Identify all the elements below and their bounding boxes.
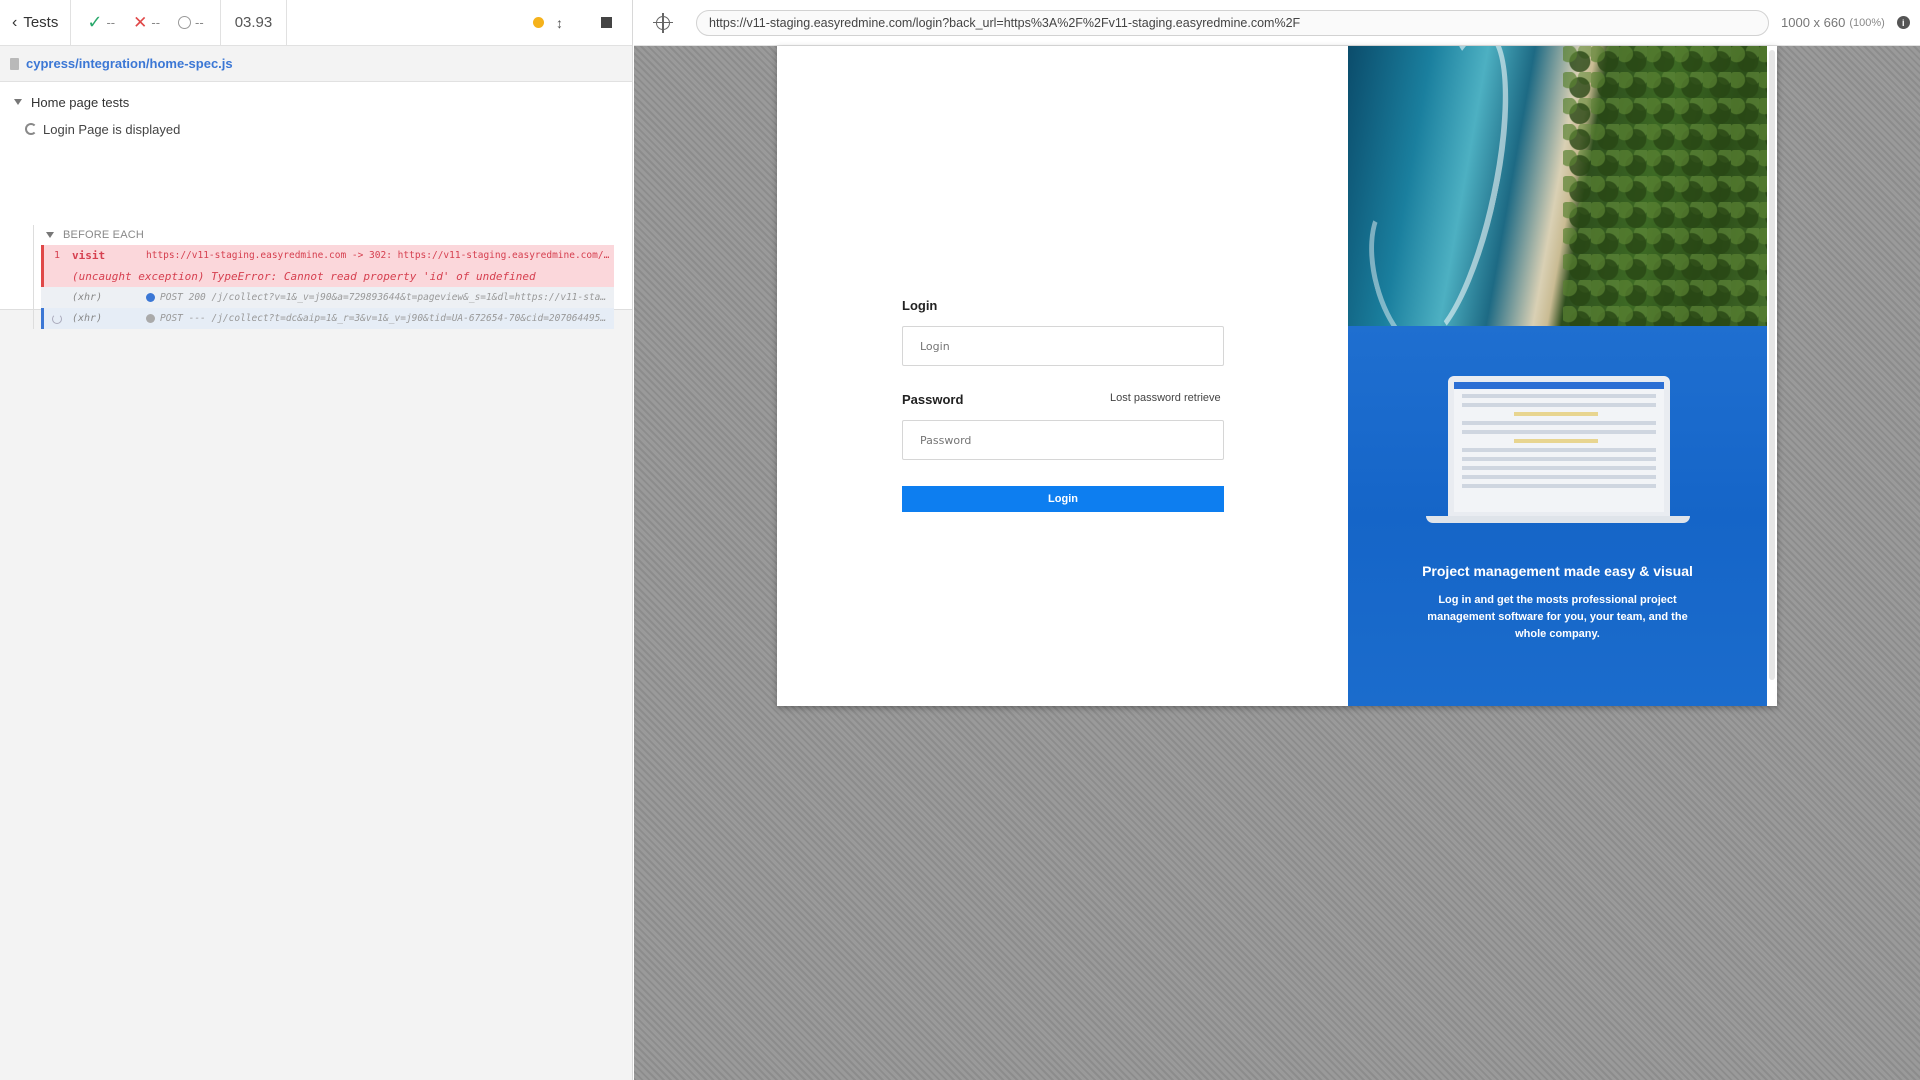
promo-title: Project management made easy & visual [1422,563,1693,579]
cypress-runner: ‹ Tests ✓ -- ✕ -- -- 03.93 ↕ cypress/int… [0,0,1920,1080]
circle-icon [178,16,192,29]
refresh-icon [25,123,37,135]
url-bar: https://v11-staging.easyredmine.com/logi… [634,0,1920,46]
info-icon[interactable]: i [1896,16,1910,29]
promo-blue-panel: Project management made easy & visual Lo… [1348,326,1767,706]
laptop-base [1426,516,1690,523]
laptop-screen [1448,376,1670,518]
back-label: Tests [23,14,59,31]
selector-playground-icon[interactable] [653,12,673,33]
failed-count: -- [151,15,161,30]
palm-trees [1563,46,1767,326]
promo-text: Log in and get the mosts professional pr… [1427,594,1688,640]
passed-stat: ✓ -- [87,12,115,33]
scrollbar[interactable] [1767,46,1777,706]
laptop-illustration [1426,376,1690,526]
spec-file-link[interactable]: cypress/integration/home-spec.js [26,56,233,71]
scrollbar-thumb[interactable] [1769,50,1775,680]
file-icon [10,57,19,70]
reporter-panel: ‹ Tests ✓ -- ✕ -- -- 03.93 ↕ cypress/int… [0,0,633,1080]
back-to-tests-button[interactable]: ‹ Tests [0,0,72,46]
command-xhr[interactable]: (xhr) POST 200 /j/collect?v=1&_v=j90&a=7… [41,287,614,308]
url-field[interactable]: https://v11-staging.easyredmine.com/logi… [696,9,1769,36]
duration: 03.93 [221,0,288,46]
login-input[interactable] [902,326,1224,366]
hook-title: BEFORE EACH [63,229,145,241]
beach-aerial-image [1348,46,1767,326]
test-title-row[interactable]: Login Page is displayed [0,117,632,141]
running-indicator-icon [533,17,544,28]
zoom-level: (100%) [1849,16,1885,29]
app-preview: https://v11-staging.easyredmine.com/logi… [634,0,1920,1080]
spec-bar: cypress/integration/home-spec.js [0,46,632,82]
promo-panel: Project management made easy & visual Lo… [1348,46,1767,706]
hook-before-each: BEFORE EACH 1 visit https://v11-staging.… [33,225,614,329]
check-icon: ✓ [87,12,103,32]
runnables: Home page tests Login Page is displayed … [0,82,632,329]
command-name: (xhr) [72,292,103,303]
pending-stat: -- [178,15,204,30]
command-message: POST 200 /j/collect?v=1&_v=j90&a=7298936… [160,292,614,303]
login-button[interactable]: Login [902,486,1224,512]
exception-message: (uncaught exception) TypeError: Cannot r… [72,270,536,283]
xhr-complete-icon [146,293,155,302]
caret-down-icon [46,232,54,238]
x-icon: ✕ [133,12,148,32]
suite-title: Home page tests [31,94,130,110]
lost-password-link[interactable]: Lost password retrieve [1110,392,1221,404]
login-form: Login Password Lost password retrieve Lo… [777,46,1348,706]
application-frame: Login Password Lost password retrieve Lo… [777,46,1777,706]
command-visit[interactable]: 1 visit https://v11-staging.easyredmine.… [41,245,614,266]
password-input[interactable] [902,420,1224,460]
hook-title-row[interactable]: BEFORE EACH [34,225,613,245]
command-message: POST --- /j/collect?t=dc&aip=1&_r=3&v=1&… [160,313,614,324]
command-message: https://v11-staging.easyredmine.com -> 3… [146,250,614,261]
caret-down-icon [14,99,22,105]
stop-icon[interactable] [601,17,612,28]
auto-scroll-toggle-icon[interactable]: ↕ [556,15,563,31]
reporter-header: ‹ Tests ✓ -- ✕ -- -- 03.93 ↕ [0,0,632,46]
suite-title-row[interactable]: Home page tests [0,92,632,112]
test-title: Login Page is displayed [43,121,181,137]
viewport-info: 1000 x 660 (100%) i [1781,15,1910,30]
viewport-size: 1000 x 660 [1781,15,1846,30]
stats: ✓ -- ✕ -- -- [71,0,221,46]
chevron-left-icon: ‹ [12,13,18,31]
command-number: 1 [53,250,60,261]
xhr-pending-icon [146,314,155,323]
pending-count: -- [195,15,204,30]
passed-count: -- [106,15,116,30]
loading-icon [52,313,62,324]
password-label: Password [902,392,964,407]
command-uncaught-exception[interactable]: (uncaught exception) TypeError: Cannot r… [41,266,614,287]
login-label: Login [902,298,938,313]
command-xhr-pending[interactable]: (xhr) POST --- /j/collect?t=dc&aip=1&_r=… [41,308,614,329]
reporter-controls: ↕ [521,0,632,46]
command-name: visit [72,249,106,262]
command-name: (xhr) [72,313,103,324]
failed-stat: ✕ -- [133,13,160,33]
